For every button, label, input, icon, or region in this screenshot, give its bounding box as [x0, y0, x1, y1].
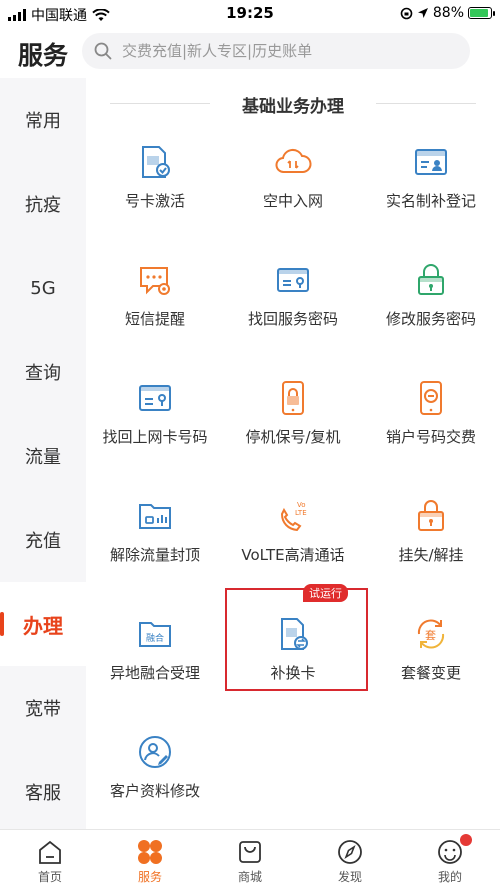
- bottom-tab-bar: 首页 服务 商城 发现 我的: [0, 829, 500, 889]
- tab-label: 发现: [337, 870, 362, 884]
- cloud-icon: [275, 148, 312, 173]
- phone-minus-icon: [420, 381, 442, 415]
- battery-percent: 88%: [432, 5, 464, 21]
- tile-label: 解除流量封顶: [109, 546, 200, 564]
- tile-remote-merge[interactable]: 融合 异地融合受理: [86, 614, 224, 724]
- tile-air-network[interactable]: 空中入网: [224, 142, 362, 252]
- status-bar: 中国联通 19:25 88%: [0, 0, 500, 28]
- shop-bag-icon: [239, 841, 261, 863]
- search-bar[interactable]: [82, 33, 470, 69]
- key-card-icon: [139, 385, 171, 411]
- svg-text:LTE: LTE: [295, 509, 307, 517]
- tile-label: 短信提醒: [124, 310, 185, 328]
- volte-phone-icon: VoLTE: [280, 501, 307, 532]
- svg-text:套: 套: [425, 629, 436, 642]
- tile-label: 修改服务密码: [385, 310, 476, 328]
- lock-icon: [418, 264, 444, 295]
- section-title: 基础业务办理: [86, 92, 500, 117]
- tile-label: VoLTE高清通话: [241, 546, 345, 564]
- sidebar-item-kangyi[interactable]: 抗疫: [0, 162, 86, 246]
- tile-edit-customer-info[interactable]: 客户资料修改: [86, 732, 224, 842]
- location-icon: [417, 8, 428, 18]
- trial-badge: 试运行: [303, 584, 348, 602]
- sidebar-item-liuliang[interactable]: 流量: [0, 414, 86, 498]
- svg-text:Vo: Vo: [297, 501, 306, 509]
- tile-remove-data-cap[interactable]: 解除流量封顶: [86, 496, 224, 606]
- notification-dot: [460, 834, 472, 846]
- tile-label: 停机保号/复机: [245, 428, 341, 446]
- tab-service[interactable]: 服务: [100, 830, 200, 889]
- sms-gear-icon: [140, 267, 170, 295]
- sidebar-item-chaxun[interactable]: 查询: [0, 330, 86, 414]
- tab-label: 首页: [37, 870, 62, 884]
- compass-icon: [338, 840, 362, 864]
- sim-check-icon: [142, 146, 170, 178]
- tile-realname-register[interactable]: 实名制补登记: [362, 142, 500, 252]
- sidebar-item-kefu[interactable]: 客服: [0, 750, 86, 834]
- tile-closed-account-payment[interactable]: 销户号码交费: [362, 378, 500, 488]
- home-icon: [39, 840, 61, 864]
- folder-merge-icon: 融合: [139, 622, 171, 647]
- tab-home[interactable]: 首页: [0, 830, 100, 889]
- tile-label: 空中入网: [262, 192, 323, 210]
- tab-label: 服务: [137, 870, 162, 884]
- tile-recover-datacard[interactable]: 找回上网卡号码: [86, 378, 224, 488]
- tab-shop[interactable]: 商城: [200, 830, 300, 889]
- tile-label: 客户资料修改: [109, 782, 200, 800]
- rotation-lock-icon: [400, 7, 413, 19]
- tile-plan-change[interactable]: 套 套餐变更: [362, 614, 500, 724]
- phone-lock-icon: [282, 381, 304, 415]
- svg-text:融合: 融合: [146, 632, 164, 644]
- tile-label: 实名制补登记: [385, 192, 476, 210]
- category-sidebar: 常用 抗疫 5G 查询 流量 充值 办理 宽带 客服: [0, 78, 86, 830]
- tile-label: 号卡激活: [124, 192, 185, 210]
- tile-sms-reminder[interactable]: 短信提醒: [86, 260, 224, 370]
- tab-discover[interactable]: 发现: [300, 830, 400, 889]
- tile-recover-password[interactable]: 找回服务密码: [224, 260, 362, 370]
- tile-label: 找回上网卡号码: [102, 428, 208, 446]
- tile-suspend-resume[interactable]: 停机保号/复机: [224, 378, 362, 488]
- highlight-frame: 试运行: [225, 584, 368, 691]
- search-icon: [94, 42, 112, 60]
- status-right: 88%: [400, 5, 495, 21]
- main-content: 基础业务办理 号卡激活 空中入网 实名制补登记 短信提醒 找回服务密码 修改服务…: [86, 78, 500, 830]
- sidebar-item-changyong[interactable]: 常用: [0, 78, 86, 162]
- battery-icon: [468, 7, 495, 19]
- sidebar-item-kuandai[interactable]: 宽带: [0, 666, 86, 750]
- lock-open-icon: [418, 500, 444, 531]
- page-title: 服务: [18, 41, 69, 70]
- tile-report-loss[interactable]: 挂失/解挂: [362, 496, 500, 606]
- tile-label: 异地融合受理: [109, 664, 200, 682]
- sidebar-item-banli[interactable]: 办理: [0, 582, 86, 666]
- profile-edit-icon: [139, 736, 171, 768]
- tile-label: 套餐变更: [400, 664, 461, 682]
- password-card-icon: [277, 268, 309, 292]
- folder-chart-icon: [139, 504, 171, 529]
- id-card-icon: [415, 149, 447, 175]
- tile-label: 找回服务密码: [247, 310, 338, 328]
- search-input[interactable]: [122, 42, 452, 60]
- package-change-icon: 套: [417, 619, 445, 649]
- header: 服务: [0, 28, 500, 76]
- tile-change-password[interactable]: 修改服务密码: [362, 260, 500, 370]
- tile-label: 挂失/解挂: [398, 546, 464, 564]
- sidebar-item-chongzhi[interactable]: 充值: [0, 498, 86, 582]
- tile-sim-activation[interactable]: 号卡激活: [86, 142, 224, 252]
- tile-label: 销户号码交费: [385, 428, 476, 446]
- sidebar-item-5g[interactable]: 5G: [0, 246, 86, 330]
- service-icon: [138, 840, 162, 864]
- tab-mine[interactable]: 我的: [400, 830, 500, 889]
- tab-label: 我的: [437, 870, 462, 884]
- tab-label: 商城: [237, 870, 262, 884]
